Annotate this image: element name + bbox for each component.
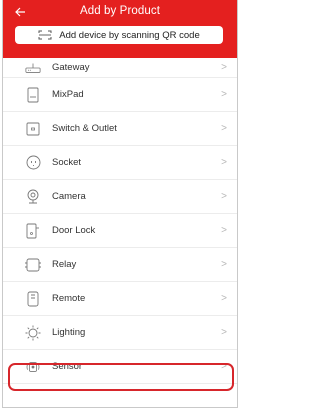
page-title: Add by Product [79, 5, 161, 17]
switch-outlet-icon [25, 121, 41, 137]
qr-scan-icon [38, 30, 52, 40]
chevron-right-icon: > [221, 157, 227, 168]
list-item-mixpad[interactable]: MixPad > [3, 78, 237, 112]
list-item-label: Switch & Outlet [52, 123, 117, 134]
chevron-right-icon: > [221, 62, 227, 73]
list-item-label: MixPad [52, 89, 84, 100]
chevron-right-icon: > [221, 327, 227, 338]
list-item-label: Lighting [52, 327, 86, 338]
list-item-label: Sensor [52, 361, 83, 372]
chevron-right-icon: > [221, 225, 227, 236]
gateway-icon [25, 60, 41, 76]
list-item-label: Relay [52, 259, 77, 270]
camera-icon [25, 189, 41, 205]
chevron-right-icon: > [221, 293, 227, 304]
list-item-label: Door Lock [52, 225, 96, 236]
list-item-label: Remote [52, 293, 86, 304]
list-item-camera[interactable]: Camera > [3, 180, 237, 214]
header-bar: Add by Product Add device by scanning QR… [3, 0, 237, 58]
list-item-label: Socket [52, 157, 82, 168]
list-item-lighting[interactable]: Lighting > [3, 316, 237, 350]
lighting-icon [25, 325, 41, 341]
list-item-sensor[interactable]: Sensor > [3, 350, 237, 384]
sensor-icon [25, 359, 41, 375]
list-item-remote[interactable]: Remote > [3, 282, 237, 316]
list-item-socket[interactable]: Socket > [3, 146, 237, 180]
list-item-label: Gateway [52, 62, 90, 73]
chevron-right-icon: > [221, 259, 227, 270]
chevron-right-icon: > [221, 123, 227, 134]
list-item-gateway[interactable]: Gateway > [3, 58, 237, 78]
list-item-switch-outlet[interactable]: Switch & Outlet > [3, 112, 237, 146]
socket-icon [25, 155, 41, 171]
mixpad-icon [25, 87, 41, 103]
list-item-relay[interactable]: Relay > [3, 248, 237, 282]
list-item-label: Camera [52, 191, 86, 202]
list-item-door-lock[interactable]: Door Lock > [3, 214, 237, 248]
chevron-right-icon: > [221, 89, 227, 100]
scan-qr-label: Add device by scanning QR code [59, 29, 200, 41]
product-list: Gateway > MixPad > Switch & Outlet > Soc… [3, 58, 237, 384]
remote-icon [25, 291, 41, 307]
door-lock-icon [25, 223, 41, 239]
relay-icon [25, 257, 41, 273]
chevron-right-icon: > [221, 191, 227, 202]
scan-qr-button[interactable]: Add device by scanning QR code [15, 26, 223, 44]
app-screen: Add by Product Add device by scanning QR… [2, 0, 238, 408]
chevron-right-icon: > [221, 361, 227, 372]
